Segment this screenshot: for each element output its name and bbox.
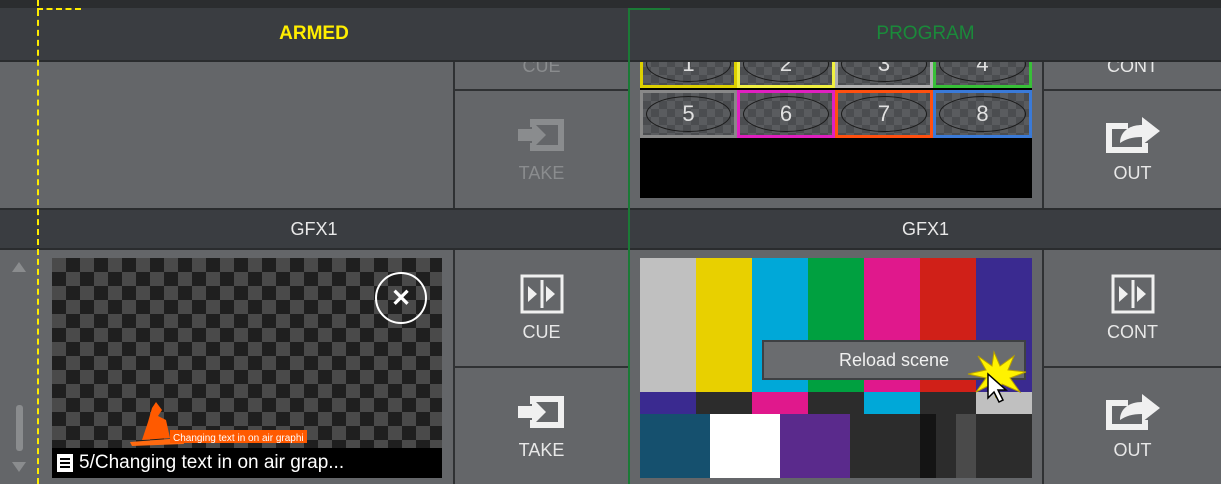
armed-header-label: ARMED (279, 23, 349, 44)
bottom-cont-label: CONT (1107, 321, 1158, 342)
bottom-out-button[interactable]: OUT (1044, 368, 1221, 484)
top-take-button[interactable]: TAKE (455, 91, 628, 208)
preview-caption-bar: 5/Changing text in on air grap... (52, 448, 442, 478)
top-cont-button[interactable]: CONT (1044, 62, 1221, 89)
tile-8[interactable]: 8 (933, 90, 1032, 138)
armed-preview-thumbnail[interactable]: Changing text in on air graphi ✕ (52, 258, 442, 448)
scroll-down-arrow[interactable] (12, 462, 26, 472)
top-cue-button[interactable]: CUE (455, 62, 628, 89)
take-icon (517, 395, 564, 428)
program-header: PROGRAM (630, 8, 1221, 62)
bottom-take-button[interactable]: TAKE (455, 368, 628, 484)
tile-1[interactable]: 1 (640, 62, 737, 88)
top-cont-label: CONT (1107, 62, 1158, 76)
bottom-out-label: OUT (1113, 439, 1152, 460)
tile-4[interactable]: 4 (933, 62, 1032, 88)
close-icon: ✕ (390, 284, 412, 312)
tile-2[interactable]: 2 (737, 62, 835, 88)
tile-5[interactable]: 5 (640, 90, 737, 138)
clear-button[interactable]: ✕ (375, 272, 427, 324)
cue-icon (520, 274, 563, 313)
reload-scene-label: Reload scene (838, 349, 950, 370)
bottom-cont-button[interactable]: CONT (1044, 250, 1221, 366)
program-divider (628, 8, 630, 484)
program-top-preview[interactable]: 1 2 3 4 5 6 7 8 (640, 62, 1032, 198)
program-layer-header: GFX1 (630, 210, 1221, 248)
armed-header: ARMED (0, 8, 628, 62)
top-out-button[interactable]: OUT (1044, 91, 1221, 208)
preview-inner-text: Changing text in on air graphi (173, 433, 304, 444)
take-icon (517, 119, 564, 151)
program-layer-label: GFX1 (901, 218, 949, 239)
armed-dashed-guide (37, 0, 39, 484)
bottom-cue-label: CUE (522, 321, 561, 342)
preview-caption: 5/Changing text in on air grap... (79, 452, 345, 473)
scroll-up-arrow[interactable] (12, 262, 26, 272)
armed-top-preview[interactable] (0, 62, 453, 208)
cont-icon (1111, 274, 1154, 313)
armed-layer-label: GFX1 (290, 218, 338, 239)
tile-3[interactable]: 3 (835, 62, 933, 88)
document-icon (57, 454, 73, 472)
tile-6[interactable]: 6 (737, 90, 835, 138)
program-header-label: PROGRAM (876, 23, 975, 44)
mouse-cursor-icon (987, 372, 1008, 404)
out-icon (1105, 117, 1160, 153)
tile-7[interactable]: 7 (835, 90, 933, 138)
top-take-label: TAKE (518, 163, 565, 183)
scrollbar-thumb[interactable] (16, 405, 23, 451)
armed-layer-header: GFX1 (0, 210, 628, 248)
out-icon (1105, 393, 1160, 430)
bottom-cue-button[interactable]: CUE (455, 250, 628, 366)
top-cue-label: CUE (522, 62, 561, 76)
bottom-take-label: TAKE (518, 439, 565, 460)
top-out-label: OUT (1113, 163, 1152, 183)
